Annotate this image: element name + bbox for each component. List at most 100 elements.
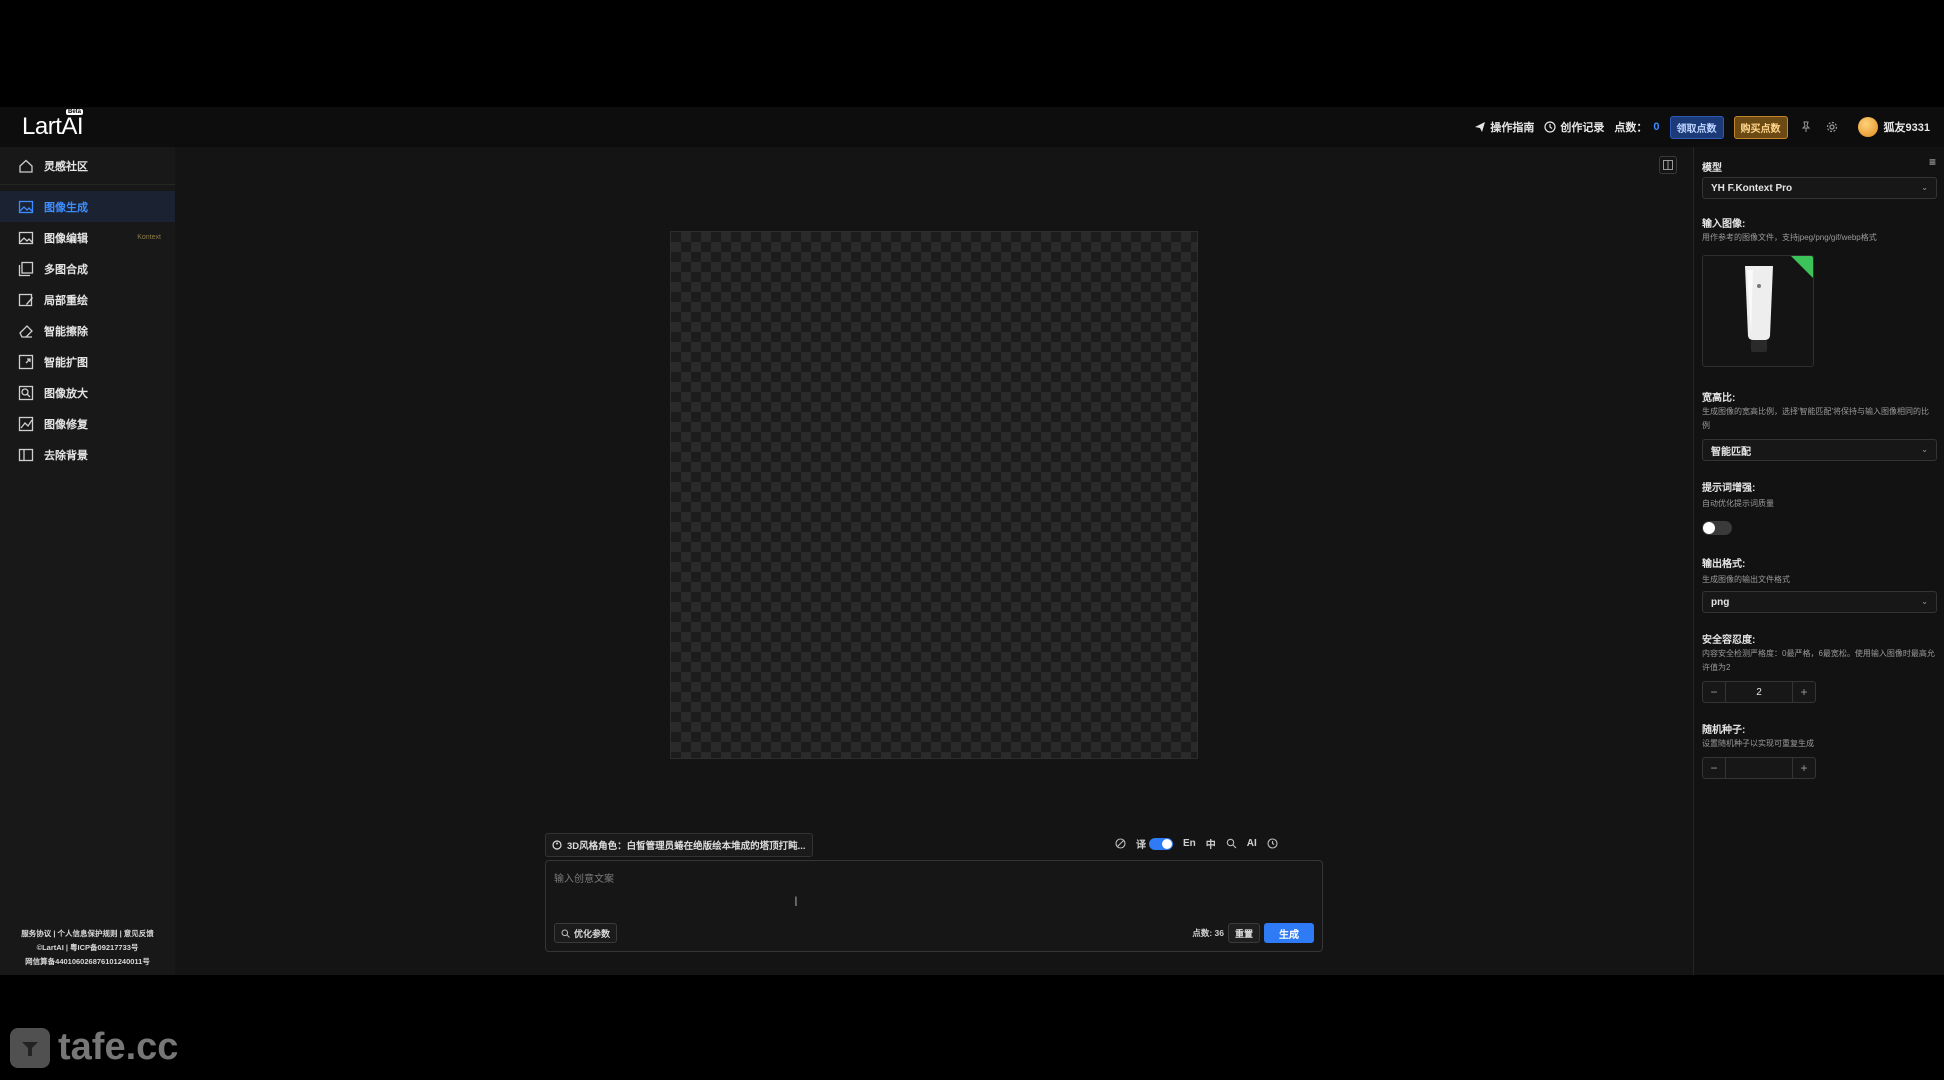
- minus-icon[interactable]: −: [1703, 758, 1725, 778]
- minus-icon[interactable]: −: [1703, 682, 1725, 702]
- sidebar-item-label: 智能扩图: [44, 356, 88, 369]
- multi-image-icon: [18, 261, 34, 276]
- prompt-toolbar: 译 En 中 AI: [1115, 836, 1278, 851]
- history-link[interactable]: 创作记录: [1544, 119, 1604, 135]
- eraser-icon: [19, 324, 33, 338]
- clock-icon: [1544, 121, 1556, 133]
- points-value: 0: [1653, 121, 1660, 133]
- plus-icon[interactable]: +: [1793, 682, 1815, 702]
- chevron-down-icon: ⌄: [1921, 597, 1928, 606]
- username: 狐友9331: [1883, 122, 1930, 134]
- sidebar-item-community[interactable]: 灵感社区: [0, 147, 175, 185]
- sidebar-footer: 服务协议 | 个人信息保护规则 | 意见反馈 ©LartAI | 粤ICP备09…: [0, 927, 175, 969]
- top-header: LartAI Beta 操作指南 创作记录 点数： 0 领取点数 购买点数 狐友…: [0, 107, 1944, 147]
- home-icon: [19, 159, 33, 173]
- enhance-desc: 自动优化提示词质量: [1702, 499, 1774, 508]
- buy-points-button[interactable]: 购买点数: [1733, 115, 1788, 139]
- app-logo[interactable]: LartAI: [22, 113, 84, 141]
- ban-icon[interactable]: [1115, 838, 1126, 849]
- panel-toggle-icon[interactable]: [1659, 156, 1677, 174]
- translate-switch[interactable]: [1149, 837, 1173, 850]
- model-value: YH F.Kontext Pro: [1711, 182, 1793, 194]
- input-image-desc: 用作参考的图像文件，支持jpeg/png/gif/webp格式: [1702, 233, 1877, 242]
- ai-button[interactable]: AI: [1247, 838, 1257, 849]
- watermark: tafe.cc: [10, 1026, 178, 1069]
- sidebar-item-label: 去除背景: [44, 449, 88, 462]
- sidebar-item-multi-image[interactable]: 多图合成: [0, 253, 175, 284]
- lang-zh-button[interactable]: 中: [1206, 836, 1216, 851]
- model-select[interactable]: YH F.Kontext Pro ⌄: [1702, 177, 1937, 199]
- safety-desc: 内容安全检测严格度：0最严格，6最宽松。使用输入图像时最高允许值为2: [1702, 649, 1935, 672]
- sidebar-item-label: 图像编辑: [44, 232, 88, 245]
- input-image-label: 输入图像:: [1702, 219, 1746, 230]
- sidebar-item-label: 灵感社区: [44, 160, 88, 173]
- seed-label: 随机种子:: [1702, 725, 1746, 736]
- aspect-label: 宽高比:: [1702, 393, 1736, 404]
- header-actions: 操作指南 创作记录 点数： 0 领取点数 购买点数 狐友9331: [1474, 107, 1930, 147]
- sidebar-item-upscale[interactable]: 图像放大: [0, 377, 175, 408]
- sidebar-item-eraser[interactable]: 智能擦除: [0, 315, 175, 346]
- plus-icon[interactable]: +: [1793, 758, 1815, 778]
- model-label: 模型: [1702, 163, 1722, 174]
- footer-links[interactable]: 服务协议 | 个人信息保护规则 | 意见反馈: [0, 927, 175, 941]
- inpaint-icon: [18, 293, 33, 306]
- history-clock-icon[interactable]: [1267, 838, 1278, 849]
- format-select[interactable]: png ⌄: [1702, 591, 1937, 613]
- generation-cost: 点数: 36: [1192, 928, 1224, 938]
- sidebar-item-label: 局部重绘: [44, 294, 88, 307]
- send-icon: [1475, 122, 1486, 132]
- menu-icon[interactable]: ≡: [1929, 155, 1936, 169]
- guide-link[interactable]: 操作指南: [1474, 119, 1534, 135]
- optimize-label: 优化参数: [574, 928, 611, 939]
- points-label: 点数：: [1614, 122, 1648, 134]
- app-window: LartAI Beta 操作指南 创作记录 点数： 0 领取点数 购买点数 狐友…: [0, 107, 1944, 975]
- remove-bg-icon: [18, 448, 34, 461]
- safety-value[interactable]: 2: [1725, 682, 1793, 702]
- image-generate-icon: [18, 200, 34, 213]
- aspect-value: 智能匹配: [1711, 446, 1751, 458]
- upscale-icon: [18, 385, 34, 400]
- translate-toggle[interactable]: 译: [1136, 836, 1173, 851]
- sidebar-item-remove-bg[interactable]: 去除背景: [0, 439, 175, 470]
- points-display: 点数： 0: [1614, 119, 1659, 135]
- prompt-preset-chip[interactable]: 3D风格角色：白皙管理员蜷在绝版绘本堆成的塔顶打盹...: [545, 833, 813, 857]
- search-icon[interactable]: [1226, 838, 1237, 849]
- safety-label: 安全容忍度:: [1702, 635, 1756, 646]
- lang-en-button[interactable]: En: [1183, 838, 1196, 849]
- chevron-down-icon: ⌄: [1921, 183, 1928, 192]
- format-desc: 生成图像的输出文件格式: [1702, 575, 1790, 584]
- preset-text: 3D风格角色：白皙管理员蜷在绝版绘本堆成的塔顶打盹...: [567, 841, 806, 852]
- outpaint-icon: [18, 354, 34, 369]
- palette-icon: [552, 840, 562, 850]
- generate-button[interactable]: 生成: [1264, 923, 1314, 943]
- sidebar-item-image-generate[interactable]: 图像生成: [0, 191, 175, 222]
- enhance-label: 提示词增强:: [1702, 483, 1756, 494]
- guide-label: 操作指南: [1490, 122, 1535, 134]
- sidebar-item-inpaint[interactable]: 局部重绘: [0, 284, 175, 315]
- sidebar-item-label: 图像放大: [44, 387, 88, 400]
- seed-value[interactable]: [1725, 758, 1793, 778]
- user-menu[interactable]: 狐友9331: [1857, 117, 1930, 137]
- format-value: png: [1711, 596, 1730, 608]
- aspect-desc: 生成图像的宽高比例，选择'智能匹配'将保持与输入图像相同的比例: [1702, 407, 1930, 430]
- sidebar-item-image-edit[interactable]: 图像编辑 Kontext: [0, 222, 175, 253]
- claim-points-button[interactable]: 领取点数: [1669, 115, 1724, 139]
- text-cursor-icon: I: [794, 893, 798, 909]
- image-edit-icon: [18, 231, 34, 244]
- prompt-input[interactable]: [554, 869, 1154, 889]
- restore-icon: [18, 416, 34, 431]
- reset-button[interactable]: 重置: [1227, 923, 1260, 943]
- sidebar-item-outpaint[interactable]: 智能扩图: [0, 346, 175, 377]
- aspect-select[interactable]: 智能匹配 ⌄: [1702, 439, 1937, 461]
- safety-stepper[interactable]: − 2 +: [1702, 681, 1816, 703]
- image-canvas: [670, 231, 1198, 759]
- gear-icon[interactable]: [1824, 119, 1840, 135]
- logo-badge: Beta: [66, 109, 84, 115]
- enhance-switch[interactable]: [1702, 521, 1732, 535]
- optimize-params-button[interactable]: 优化参数: [554, 923, 618, 943]
- sidebar-item-restore[interactable]: 图像修复: [0, 408, 175, 439]
- pin-icon[interactable]: [1798, 119, 1814, 135]
- footer-icp: ©LartAI | 粤ICP备09217733号: [36, 943, 139, 952]
- input-image-thumbnail[interactable]: [1702, 255, 1814, 367]
- seed-stepper[interactable]: − +: [1702, 757, 1816, 779]
